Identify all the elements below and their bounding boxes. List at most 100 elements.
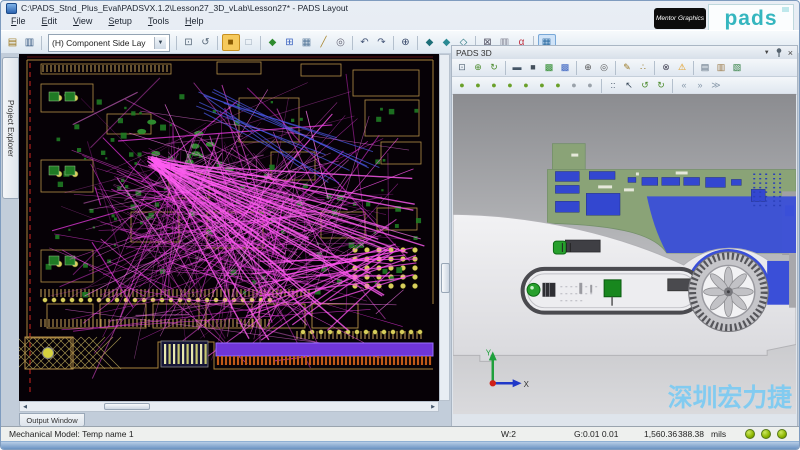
view-back-icon[interactable]: ●	[519, 79, 534, 93]
menu-view[interactable]: View	[65, 15, 100, 30]
upper-connector	[553, 240, 600, 254]
window-title: C:\PADS_Stnd_Plus_Eval\PADSVX.1.2\Lesson…	[21, 3, 348, 13]
toolbar-separator	[260, 36, 261, 50]
status-mechanical-model: Mechanical Model: Temp name 1	[9, 429, 134, 439]
project-explorer-tab[interactable]: Project Explorer	[2, 57, 19, 199]
scroll-left-arrow-icon[interactable]: ◀	[20, 402, 30, 411]
view-bottom-icon[interactable]: ●	[487, 79, 502, 93]
horizontal-scrollbar-thumb[interactable]	[104, 403, 150, 410]
view-top-icon[interactable]: ●	[471, 79, 486, 93]
filter-edit-icon[interactable]: ◆	[422, 35, 438, 50]
status-y-coordinate: 388.38	[678, 429, 704, 439]
vertical-scrollbar[interactable]	[439, 54, 450, 401]
toolbar-separator	[417, 36, 418, 50]
pcb-2d-drawing	[19, 54, 439, 401]
origin-marks-icon[interactable]: ::	[606, 79, 621, 93]
dfa-warning-icon[interactable]: ⚠	[675, 61, 690, 75]
status-green-button-1[interactable]	[745, 429, 755, 439]
board-view-icon[interactable]: ◆	[265, 35, 281, 50]
rotate-view-icon[interactable]: ↻	[487, 61, 502, 75]
status-line-width: W:2	[501, 429, 516, 439]
save-icon[interactable]: ▥	[22, 35, 38, 50]
pads-3d-toolbar-1: ⊡⊕↻▬■▩▩⊕◎✎∴⊗⚠▤▥▧	[452, 59, 797, 77]
measure-icon[interactable]: ✎	[620, 61, 635, 75]
export-pdf-icon[interactable]: ▧	[730, 61, 745, 75]
toolbar-separator	[693, 61, 694, 75]
toolbar-separator	[352, 36, 353, 50]
select-cursor-icon[interactable]: ↖	[622, 79, 637, 93]
zoom-fit-3d-icon[interactable]: ⊕	[471, 61, 486, 75]
photo-view-icon[interactable]: ▦	[299, 35, 315, 50]
toolbar-separator	[615, 61, 616, 75]
pads-3d-panel: PADS 3D ▼ × ⊡⊕↻▬■▩▩⊕◎✎∴⊗⚠▤▥▧ ●●●●●●●●●::…	[451, 45, 798, 429]
collision-detect-icon[interactable]: ⊗	[659, 61, 674, 75]
refresh-icon[interactable]: ↺	[198, 35, 214, 50]
pads-3d-viewport[interactable]: Y X 深圳宏力捷	[453, 93, 796, 415]
view-right-icon[interactable]: ●	[551, 79, 566, 93]
output-window-tab[interactable]: Output Window	[19, 413, 85, 427]
view-iso-icon[interactable]: ●	[455, 79, 470, 93]
snap-point-icon[interactable]: ∴	[636, 61, 651, 75]
export-step-icon[interactable]: ▥	[714, 61, 729, 75]
status-units: mils	[711, 429, 726, 439]
menubar: File Edit View Setup Tools Help	[3, 15, 211, 30]
export-image-icon[interactable]: ▤	[698, 61, 713, 75]
zoom-window-icon[interactable]: ⊕	[581, 61, 596, 75]
via-icon[interactable]: ◎	[333, 35, 349, 50]
pads-logo-text: pads	[724, 7, 777, 31]
toolbar-separator	[176, 36, 177, 50]
scroll-right-arrow-icon[interactable]: ▶	[428, 402, 438, 411]
status-green-button-2[interactable]	[761, 429, 771, 439]
show-components-green-icon[interactable]: ▩	[542, 61, 557, 75]
add-route-icon[interactable]: ╱	[316, 35, 332, 50]
menu-file[interactable]: File	[3, 15, 34, 30]
toolbar-separator	[576, 61, 577, 75]
pan-view-icon[interactable]: ◎	[597, 61, 612, 75]
step-forward-icon[interactable]: ≫	[709, 79, 724, 93]
panel-collapse-button[interactable]: ▼	[764, 50, 770, 56]
view-saved2-icon[interactable]: ●	[583, 79, 598, 93]
panel-pin-icon[interactable]	[776, 48, 782, 57]
layer-select-value: (H) Component Side Lay	[52, 38, 146, 48]
spin-right-icon[interactable]: ↻	[654, 79, 669, 93]
capture-icon[interactable]: □	[241, 35, 257, 50]
open-icon[interactable]: ▤	[5, 35, 21, 50]
pads-3d-titlebar[interactable]: PADS 3D ▼ ×	[452, 46, 797, 59]
pcb-3d-scene: Y X 深圳宏力捷	[453, 93, 796, 415]
panel-close-button[interactable]: ×	[788, 48, 793, 58]
status-x-coordinate: 1,560.36	[644, 429, 677, 439]
highlight-icon[interactable]: ■	[222, 34, 240, 51]
show-board-icon[interactable]: ▬	[510, 61, 525, 75]
menu-edit[interactable]: Edit	[34, 15, 66, 30]
chevron-down-icon[interactable]: ▼	[154, 37, 166, 49]
view-left-icon[interactable]: ●	[535, 79, 550, 93]
print-icon[interactable]: ⊡	[181, 35, 197, 50]
show-components-blue-icon[interactable]: ▩	[558, 61, 573, 75]
redo-icon[interactable]: ↷	[374, 35, 390, 50]
print-3d-icon[interactable]: ⊡	[455, 61, 470, 75]
view-front-icon[interactable]: ●	[503, 79, 518, 93]
brand-logo: Mentor Graphics pads	[654, 4, 794, 33]
zoom-icon[interactable]: ⊕	[398, 35, 414, 50]
grid-icon[interactable]: ⊞	[282, 35, 298, 50]
menu-tools[interactable]: Tools	[140, 15, 177, 30]
menu-setup[interactable]: Setup	[100, 15, 140, 30]
menu-help[interactable]: Help	[177, 15, 212, 30]
mentor-graphics-logo: Mentor Graphics	[654, 8, 706, 29]
horizontal-scrollbar[interactable]: ◀ ▶	[19, 401, 439, 412]
show-enclosure-icon[interactable]: ■	[526, 61, 541, 75]
toolbar-separator	[654, 61, 655, 75]
undo-icon[interactable]: ↶	[357, 35, 373, 50]
led-component	[527, 283, 540, 296]
step-back-icon[interactable]: «	[677, 79, 692, 93]
vertical-scrollbar-thumb[interactable]	[441, 263, 450, 293]
axis-x-label: X	[524, 380, 530, 389]
pcb-2d-canvas[interactable]	[19, 54, 439, 401]
right-gray-strip	[789, 253, 796, 308]
step-play-icon[interactable]: »	[693, 79, 708, 93]
status-grid: G:0.01 0.01	[574, 429, 618, 439]
layer-select-dropdown[interactable]: (H) Component Side Lay ▼	[48, 34, 170, 52]
spin-left-icon[interactable]: ↺	[638, 79, 653, 93]
status-green-button-3[interactable]	[777, 429, 787, 439]
view-saved1-icon[interactable]: ●	[567, 79, 582, 93]
